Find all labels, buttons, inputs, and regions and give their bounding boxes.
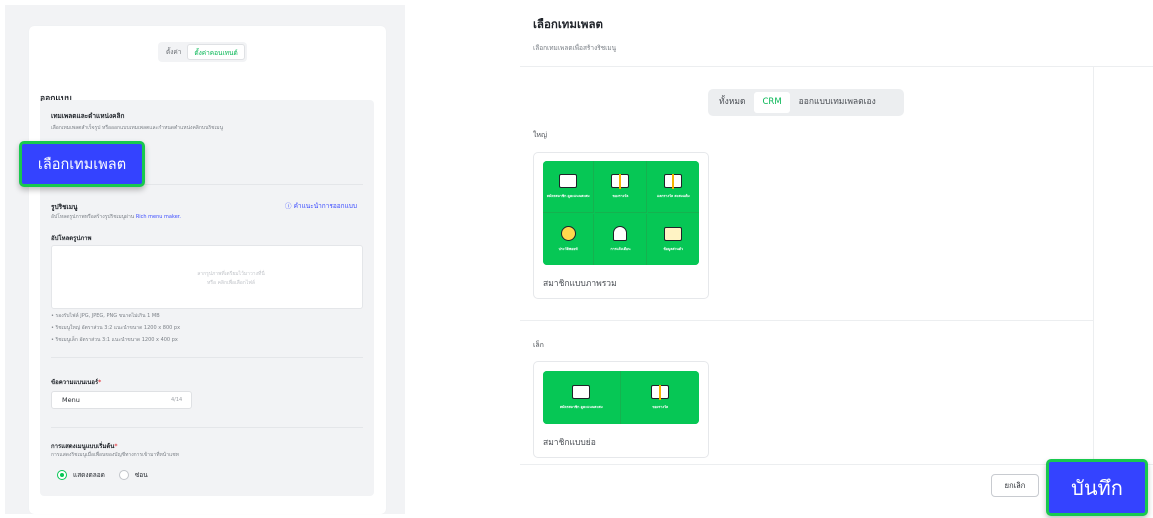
small-section-label: เล็ก: [533, 341, 544, 349]
tab-all[interactable]: ทั้งหมด: [711, 92, 753, 113]
coin-icon: [560, 226, 576, 242]
upload-hint-click: หรือ คลิกเพื่อเลือกไฟล์: [207, 280, 255, 286]
menu-image-desc-text: อัปโหลดรูปภาพหรือสร้างรูปริชเมนูผ่าน: [51, 214, 135, 220]
bell-icon: [613, 226, 628, 242]
template-cell: ข้อมูลส่วนตัว: [647, 213, 699, 265]
default-display-label: การแสดงเมนูแบบเริ่มต้น*: [51, 441, 118, 451]
template-cell-caption: สมัครสมาชิก ดูคะแนนสะสม: [546, 193, 590, 198]
template-cell: การแจ้งเตือน: [595, 213, 647, 265]
template-cell: ของรางวัล: [621, 371, 699, 424]
upload-hint-drag: ลากรูปภาพที่เตรียมไว้มาวางที่นี่: [197, 271, 265, 277]
upload-note: • ริชเมนูเล็ก อัตราส่วน 3:1 แนะนำขนาด 12…: [51, 337, 178, 343]
template-cell-caption: แลกรางวัล สะสมแต้ม: [656, 193, 690, 198]
divider: [520, 320, 1093, 321]
design-guide-link[interactable]: ⓘ คำแนะนำการออกแบบ: [285, 200, 357, 211]
gift-hand-icon: [664, 173, 683, 189]
required-mark: *: [114, 443, 118, 450]
template-filter-tabs: ทั้งหมด CRM ออกแบบเทมเพลตเอง: [708, 89, 904, 116]
tab-crm[interactable]: CRM: [754, 92, 790, 113]
template-cell: สมัครสมาชิก ดูคะแนนสะสม: [543, 371, 621, 424]
gift-icon: [651, 385, 670, 400]
modal-subtitle: เลือกเทมเพลตเพื่อสร้างริชเมนู: [533, 44, 617, 52]
modal-title: เลือกเทมเพลต: [533, 17, 603, 31]
gift-icon: [611, 173, 630, 189]
display-radio-group: แสดงตลอด ซ่อน: [57, 470, 148, 480]
tab-content-settings[interactable]: ตั้งค่าคอนเทนต์: [187, 44, 245, 60]
radio-show-always[interactable]: [57, 470, 67, 480]
menu-image-description: อัปโหลดรูปภาพหรือสร้างรูปริชเมนูผ่าน Ric…: [51, 213, 181, 221]
template-cell-caption: ของรางวัล: [652, 405, 669, 409]
cancel-button[interactable]: ยกเลิก: [991, 474, 1039, 497]
default-display-description: การแสดงริชเมนูเมื่อเพื่อนของบัญชีทางการเ…: [51, 452, 179, 458]
radio-show-always-label: แสดงตลอด: [73, 471, 105, 479]
template-cell: ประวัติพอยท์: [543, 213, 595, 265]
save-button[interactable]: บันทึก: [1046, 459, 1148, 516]
template-description: เลือกเทมเพลตสำเร็จรูป หรือออกแบบเทมเพลตแ…: [51, 125, 223, 131]
tab-custom-template[interactable]: ออกแบบเทมเพลตเอง: [791, 92, 884, 113]
divider: [51, 427, 363, 428]
design-guide-label: คำแนะนำการออกแบบ: [293, 202, 358, 210]
template-cell: แลกรางวัล สะสมแต้ม: [647, 161, 699, 213]
default-display-label-text: การแสดงเมนูแบบเริ่มต้น: [51, 443, 115, 450]
upload-note: • ริชเมนูใหญ่ อัตราส่วน 3:2 แนะนำขนาด 12…: [51, 325, 181, 331]
info-icon: ⓘ: [285, 202, 292, 210]
template-cell-caption: สมัครสมาชิก ดูคะแนนสะสม: [559, 405, 603, 409]
select-template-button[interactable]: เลือกเทมเพลต: [19, 141, 145, 187]
template-cell: ของรางวัล: [595, 161, 647, 213]
menu-image-title: รูปริชเมนู: [51, 203, 78, 211]
scroll-area-edge: [1093, 66, 1094, 464]
id-card-icon: [664, 226, 683, 241]
template-cell-caption: การแจ้งเตือน: [610, 247, 631, 252]
template-name-large: สมาชิกแบบภาพรวม: [543, 279, 617, 289]
alt-text-label-text: ข้อความแบนเนอร์: [51, 379, 99, 386]
large-section-label: ใหญ่: [533, 131, 547, 139]
tab-settings[interactable]: ตั้งค่า: [160, 44, 187, 60]
rich-menu-maker-link[interactable]: Rich menu maker.: [136, 214, 181, 220]
template-name-small: สมาชิกแบบย่อ: [543, 438, 596, 448]
template-title: เทมเพลตและตำแหน่งคลิก: [51, 112, 125, 120]
member-card-icon: [572, 385, 591, 399]
template-cell-caption: ของรางวัล: [612, 193, 629, 198]
template-cell-caption: ข้อมูลส่วนตัว: [663, 246, 684, 251]
divider: [520, 66, 1153, 67]
template-preview-small: สมัครสมาชิก ดูคะแนนสะสม ของรางวัล: [543, 371, 699, 424]
upload-note: • รองรับไฟล์ JPG, JPEG, PNG ขนาดไม่เกิน …: [51, 313, 160, 319]
template-preview-large: สมัครสมาชิก ดูคะแนนสะสม ของรางวัล แลกราง…: [543, 161, 699, 265]
template-cell: สมัครสมาชิก ดูคะแนนสะสม: [543, 161, 595, 213]
upload-label: อัปโหลดรูปภาพ: [51, 235, 92, 242]
member-card-icon: [559, 173, 578, 188]
template-cell-caption: ประวัติพอยท์: [558, 247, 578, 252]
alt-text-label: ข้อความแบนเนอร์*: [51, 377, 101, 387]
divider: [51, 357, 363, 358]
char-counter: 4/14: [171, 397, 183, 403]
radio-hide-label: ซ่อน: [134, 471, 148, 479]
required-mark: *: [98, 379, 102, 386]
settings-tabs: ตั้งค่า ตั้งค่าคอนเทนต์: [158, 42, 247, 62]
radio-hide[interactable]: [118, 470, 129, 480]
